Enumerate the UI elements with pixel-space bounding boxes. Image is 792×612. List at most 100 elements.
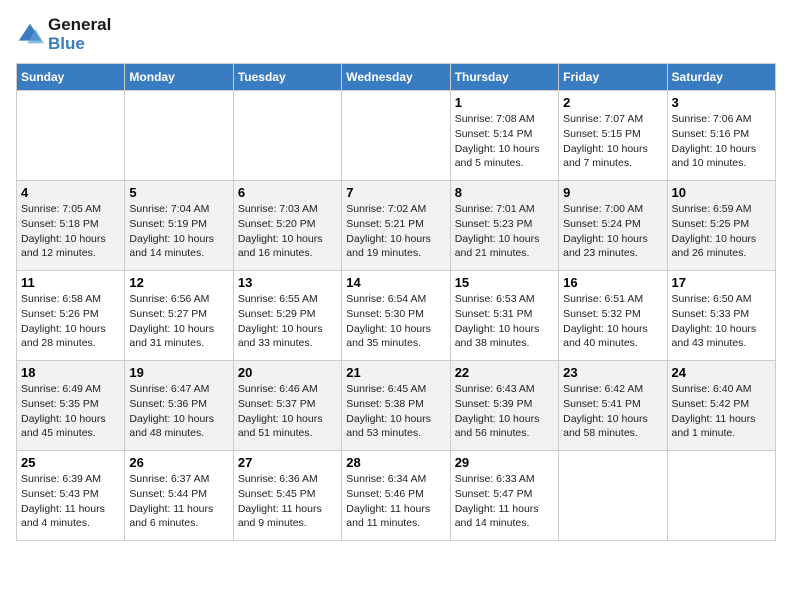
calendar-cell: 8 Sunrise: 7:01 AMSunset: 5:23 PMDaylight… xyxy=(450,181,558,271)
calendar-cell: 14 Sunrise: 6:54 AMSunset: 5:30 PMDayligh… xyxy=(342,271,450,361)
day-info: Sunrise: 6:47 AMSunset: 5:36 PMDaylight:… xyxy=(129,382,228,441)
calendar-header-row: SundayMondayTuesdayWednesdayThursdayFrid… xyxy=(17,64,776,91)
header-tuesday: Tuesday xyxy=(233,64,341,91)
day-info: Sunrise: 6:51 AMSunset: 5:32 PMDaylight:… xyxy=(563,292,662,351)
calendar-cell: 11Sunrise: 6:58 AMSunset: 5:26 PMDayligh… xyxy=(17,271,125,361)
day-info: Sunrise: 6:58 AMSunset: 5:26 PMDaylight:… xyxy=(21,292,120,351)
day-info: Sunrise: 6:36 AMSunset: 5:45 PMDaylight:… xyxy=(238,472,337,531)
day-number: 4 xyxy=(21,185,120,200)
calendar-cell: 12 Sunrise: 6:56 AMSunset: 5:27 PMDayligh… xyxy=(125,271,233,361)
day-info: Sunrise: 7:08 AMSunset: 5:14 PMDaylight:… xyxy=(455,112,554,171)
header-monday: Monday xyxy=(125,64,233,91)
day-number: 22 xyxy=(455,365,554,380)
day-number: 2 xyxy=(563,95,662,110)
day-number: 16 xyxy=(563,275,662,290)
day-info: Sunrise: 7:03 AMSunset: 5:20 PMDaylight:… xyxy=(238,202,337,261)
calendar-cell: 4 Sunrise: 7:05 AMSunset: 5:18 PMDaylight… xyxy=(17,181,125,271)
calendar-cell: 18 Sunrise: 6:49 AMSunset: 5:35 PMDayligh… xyxy=(17,361,125,451)
day-number: 14 xyxy=(346,275,445,290)
calendar-table: SundayMondayTuesdayWednesdayThursdayFrid… xyxy=(16,63,776,541)
calendar-cell: 29 Sunrise: 6:33 AMSunset: 5:47 PMDayligh… xyxy=(450,451,558,541)
header-thursday: Thursday xyxy=(450,64,558,91)
calendar-cell xyxy=(17,91,125,181)
calendar-cell: 9 Sunrise: 7:00 AMSunset: 5:24 PMDaylight… xyxy=(559,181,667,271)
calendar-cell: 13 Sunrise: 6:55 AMSunset: 5:29 PMDayligh… xyxy=(233,271,341,361)
day-info: Sunrise: 7:07 AMSunset: 5:15 PMDaylight:… xyxy=(563,112,662,171)
day-number: 18 xyxy=(21,365,120,380)
calendar-cell: 17 Sunrise: 6:50 AMSunset: 5:33 PMDayligh… xyxy=(667,271,775,361)
day-number: 27 xyxy=(238,455,337,470)
day-info: Sunrise: 6:39 AMSunset: 5:43 PMDaylight:… xyxy=(21,472,120,531)
calendar-week-1: 4 Sunrise: 7:05 AMSunset: 5:18 PMDaylight… xyxy=(17,181,776,271)
day-number: 1 xyxy=(455,95,554,110)
calendar-cell xyxy=(667,451,775,541)
calendar-cell: 25 Sunrise: 6:39 AMSunset: 5:43 PMDayligh… xyxy=(17,451,125,541)
calendar-cell: 16 Sunrise: 6:51 AMSunset: 5:32 PMDayligh… xyxy=(559,271,667,361)
day-info: Sunrise: 6:42 AMSunset: 5:41 PMDaylight:… xyxy=(563,382,662,441)
day-info: Sunrise: 6:49 AMSunset: 5:35 PMDaylight:… xyxy=(21,382,120,441)
calendar-cell: 15 Sunrise: 6:53 AMSunset: 5:31 PMDayligh… xyxy=(450,271,558,361)
day-number: 5 xyxy=(129,185,228,200)
calendar-cell: 28 Sunrise: 6:34 AMSunset: 5:46 PMDayligh… xyxy=(342,451,450,541)
calendar-cell xyxy=(559,451,667,541)
day-number: 25 xyxy=(21,455,120,470)
calendar-cell: 21Sunrise: 6:45 AMSunset: 5:38 PMDayligh… xyxy=(342,361,450,451)
calendar-cell: 7 Sunrise: 7:02 AMSunset: 5:21 PMDaylight… xyxy=(342,181,450,271)
day-number: 8 xyxy=(455,185,554,200)
day-info: Sunrise: 6:34 AMSunset: 5:46 PMDaylight:… xyxy=(346,472,445,531)
day-info: Sunrise: 6:59 AMSunset: 5:25 PMDaylight:… xyxy=(672,202,771,261)
calendar-cell: 20 Sunrise: 6:46 AMSunset: 5:37 PMDayligh… xyxy=(233,361,341,451)
day-info: Sunrise: 6:40 AMSunset: 5:42 PMDaylight:… xyxy=(672,382,771,441)
calendar-cell xyxy=(342,91,450,181)
day-number: 10 xyxy=(672,185,771,200)
day-number: 9 xyxy=(563,185,662,200)
day-number: 15 xyxy=(455,275,554,290)
day-info: Sunrise: 7:05 AMSunset: 5:18 PMDaylight:… xyxy=(21,202,120,261)
day-info: Sunrise: 7:02 AMSunset: 5:21 PMDaylight:… xyxy=(346,202,445,261)
logo: General Blue xyxy=(16,16,111,53)
logo-text: General Blue xyxy=(48,16,111,53)
day-number: 20 xyxy=(238,365,337,380)
day-info: Sunrise: 6:46 AMSunset: 5:37 PMDaylight:… xyxy=(238,382,337,441)
calendar-cell xyxy=(125,91,233,181)
day-number: 12 xyxy=(129,275,228,290)
day-number: 29 xyxy=(455,455,554,470)
day-info: Sunrise: 7:01 AMSunset: 5:23 PMDaylight:… xyxy=(455,202,554,261)
day-number: 23 xyxy=(563,365,662,380)
day-info: Sunrise: 6:33 AMSunset: 5:47 PMDaylight:… xyxy=(455,472,554,531)
day-info: Sunrise: 6:50 AMSunset: 5:33 PMDaylight:… xyxy=(672,292,771,351)
day-number: 13 xyxy=(238,275,337,290)
day-info: Sunrise: 7:06 AMSunset: 5:16 PMDaylight:… xyxy=(672,112,771,171)
header-friday: Friday xyxy=(559,64,667,91)
calendar-cell: 3 Sunrise: 7:06 AMSunset: 5:16 PMDaylight… xyxy=(667,91,775,181)
day-number: 7 xyxy=(346,185,445,200)
logo-icon xyxy=(16,21,44,49)
day-number: 28 xyxy=(346,455,445,470)
calendar-week-0: 1 Sunrise: 7:08 AMSunset: 5:14 PMDaylight… xyxy=(17,91,776,181)
day-info: Sunrise: 7:00 AMSunset: 5:24 PMDaylight:… xyxy=(563,202,662,261)
calendar-cell: 23 Sunrise: 6:42 AMSunset: 5:41 PMDayligh… xyxy=(559,361,667,451)
day-info: Sunrise: 6:56 AMSunset: 5:27 PMDaylight:… xyxy=(129,292,228,351)
calendar-cell: 22 Sunrise: 6:43 AMSunset: 5:39 PMDayligh… xyxy=(450,361,558,451)
calendar-week-2: 11Sunrise: 6:58 AMSunset: 5:26 PMDayligh… xyxy=(17,271,776,361)
day-info: Sunrise: 6:55 AMSunset: 5:29 PMDaylight:… xyxy=(238,292,337,351)
day-number: 6 xyxy=(238,185,337,200)
calendar-cell: 1 Sunrise: 7:08 AMSunset: 5:14 PMDaylight… xyxy=(450,91,558,181)
calendar-week-4: 25 Sunrise: 6:39 AMSunset: 5:43 PMDayligh… xyxy=(17,451,776,541)
day-number: 26 xyxy=(129,455,228,470)
header-sunday: Sunday xyxy=(17,64,125,91)
header: General Blue xyxy=(16,16,776,53)
calendar-cell: 2 Sunrise: 7:07 AMSunset: 5:15 PMDaylight… xyxy=(559,91,667,181)
day-info: Sunrise: 6:54 AMSunset: 5:30 PMDaylight:… xyxy=(346,292,445,351)
day-number: 3 xyxy=(672,95,771,110)
day-info: Sunrise: 6:43 AMSunset: 5:39 PMDaylight:… xyxy=(455,382,554,441)
day-info: Sunrise: 6:37 AMSunset: 5:44 PMDaylight:… xyxy=(129,472,228,531)
day-info: Sunrise: 6:53 AMSunset: 5:31 PMDaylight:… xyxy=(455,292,554,351)
day-number: 19 xyxy=(129,365,228,380)
calendar-cell: 26 Sunrise: 6:37 AMSunset: 5:44 PMDayligh… xyxy=(125,451,233,541)
day-info: Sunrise: 7:04 AMSunset: 5:19 PMDaylight:… xyxy=(129,202,228,261)
header-saturday: Saturday xyxy=(667,64,775,91)
day-number: 21 xyxy=(346,365,445,380)
header-wednesday: Wednesday xyxy=(342,64,450,91)
day-number: 17 xyxy=(672,275,771,290)
